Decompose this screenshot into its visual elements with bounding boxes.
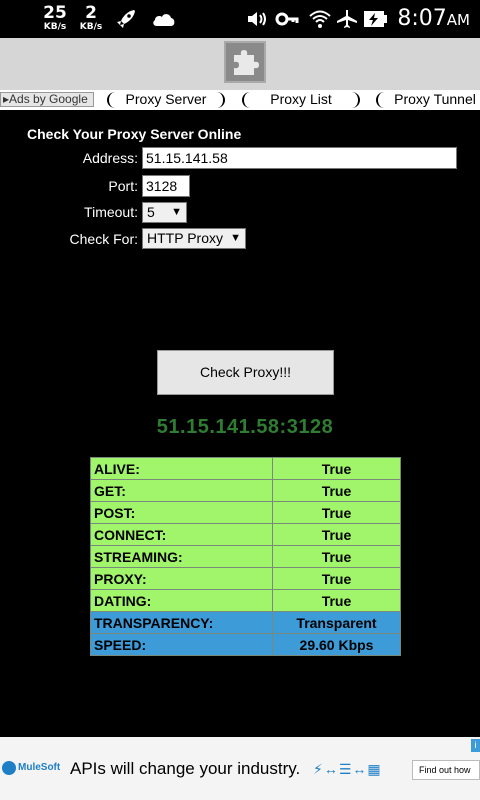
ads-by-google-label[interactable]: ▸Ads by Google [0,92,94,107]
result-key: GET: [90,479,273,502]
result-key: ALIVE: [90,457,273,480]
api-network-icon: ⚡↔☰↔▦ [313,761,382,777]
ad-link-proxy-tunnel[interactable]: Proxy Tunnel [376,92,480,108]
port-label: Port: [108,178,138,194]
dropdown-arrow-icon: ▼ [171,206,182,218]
result-key: PROXY: [90,567,273,590]
result-row: DATING: True [90,589,401,612]
bottom-ad-banner[interactable]: MuleSoft APIs will change your industry.… [0,737,480,800]
check-proxy-button[interactable]: Check Proxy!!! [157,350,334,395]
result-host: 51.15.141.58:3128 [156,416,334,438]
ad-link-proxy-list[interactable]: Proxy List [242,92,360,108]
timeout-select-value: 5 [147,204,155,220]
app-bar [0,38,480,90]
result-row: GET: True [90,479,401,502]
ad-headline: APIs will change your industry. [70,759,301,778]
upload-speed-unit: KB/s [79,22,103,32]
result-value: True [272,523,401,546]
result-key: SPEED: [90,633,273,656]
result-key: STREAMING: [90,545,273,568]
ads-by-google-text: Ads by Google [9,92,88,106]
dropdown-arrow-icon: ▼ [230,232,241,244]
clock: 8:07AM [397,6,470,31]
result-value: Transparent [272,611,401,634]
upload-speed-value: 2 [85,3,97,23]
address-label: Address: [82,150,138,166]
result-value: 29.60 Kbps [272,633,401,656]
volume-icon [248,12,266,26]
result-key: TRANSPARENCY: [90,611,273,634]
result-key: POST: [90,501,273,524]
upload-speed: 2 KB/s [76,4,106,32]
wifi-icon [309,10,331,28]
result-value: True [272,589,401,612]
ad-link-proxy-server[interactable]: Proxy Server [107,92,225,108]
ad-cta-button[interactable]: Find out how [412,760,480,780]
result-value: True [272,567,401,590]
timeout-select[interactable]: 5 ▼ [142,202,187,223]
port-input[interactable] [142,175,190,197]
result-row: PROXY: True [90,567,401,590]
rocket-icon [117,10,135,28]
results-table: ALIVE: True GET: True POST: True CONNECT: True S… [90,457,401,656]
result-key: DATING: [90,589,273,612]
timeout-label: Timeout: [84,204,138,220]
result-key: CONNECT: [90,523,273,546]
download-speed-unit: KB/s [43,22,67,32]
ad-brand: MuleSoft [18,762,61,773]
download-speed: 25 KB/s [40,4,70,32]
result-row: ALIVE: True [90,457,401,480]
address-input[interactable] [142,147,457,169]
form-title: Check Your Proxy Server Online [27,126,242,142]
vpn-key-icon [275,12,299,26]
result-row: STREAMING: True [90,545,401,568]
clock-time: 8:07 [397,6,447,31]
result-value: True [272,545,401,568]
check-for-label: Check For: [69,231,138,247]
download-speed-value: 25 [43,3,67,23]
airplane-icon [337,10,357,28]
result-value: True [272,501,401,524]
result-row: SPEED: 29.60 Kbps [90,633,401,656]
result-row: POST: True [90,501,401,524]
status-bar: 25 KB/s 2 KB/s 8:07AM [0,0,480,38]
result-row: TRANSPARENCY: Transparent [90,611,401,634]
cloud-icon [153,14,175,26]
result-row: CONNECT: True [90,523,401,546]
ad-links-bar: ▸Ads by Google Proxy Server Proxy List P… [0,90,480,110]
check-for-select[interactable]: HTTP Proxy ▼ [142,228,246,249]
puzzle-icon [224,41,266,83]
mulesoft-logo-icon [2,761,16,775]
check-for-select-value: HTTP Proxy [147,230,223,246]
result-value: True [272,457,401,480]
result-value: True [272,479,401,502]
battery-charging-icon [364,11,387,27]
clock-ampm: AM [446,11,470,29]
ad-info-icon[interactable]: i [471,739,480,752]
